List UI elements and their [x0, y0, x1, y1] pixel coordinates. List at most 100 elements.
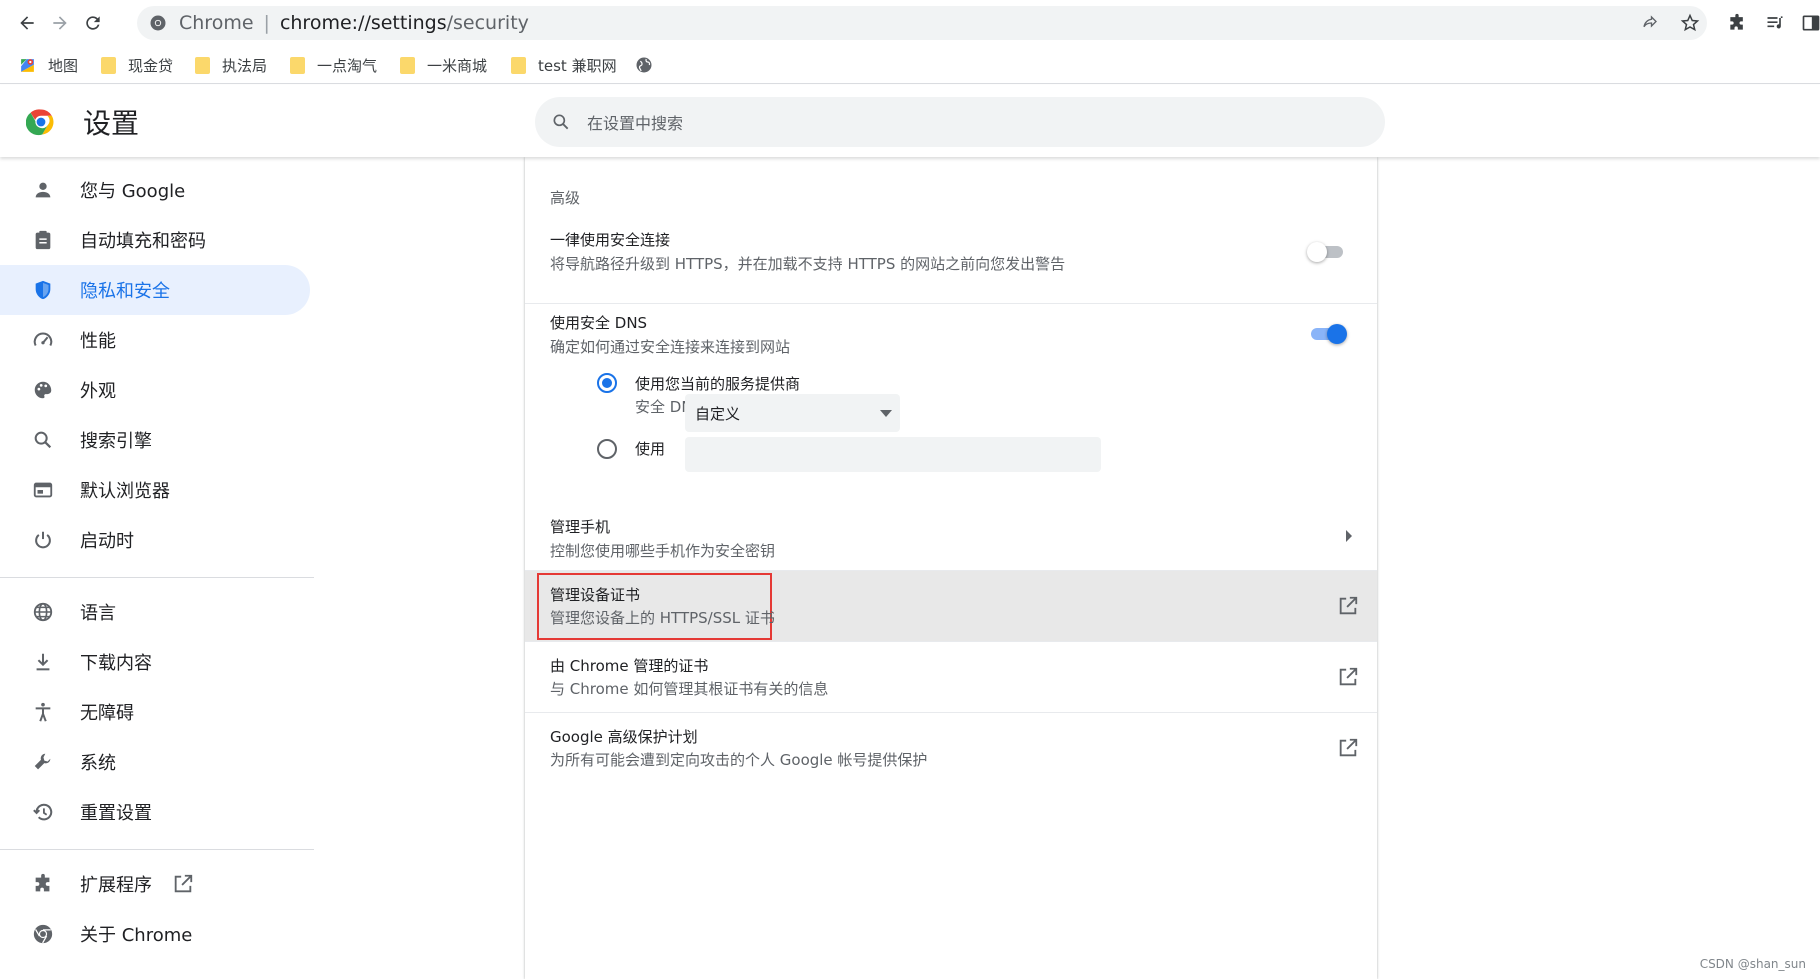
sidebar-item-privacy[interactable]: 隐私和安全	[0, 265, 310, 315]
search-icon	[30, 427, 56, 453]
share-icon[interactable]	[1636, 9, 1664, 37]
omnibox-url: Chrome | chrome://settings/security	[179, 12, 529, 34]
sidebar-item-search-engine[interactable]: 搜索引擎	[0, 415, 310, 465]
bookmark-folder[interactable]: 执法局	[195, 54, 267, 76]
address-bar[interactable]: Chrome | chrome://settings/security	[137, 6, 1707, 40]
https-only-toggle[interactable]	[1307, 241, 1347, 263]
chrome-icon	[30, 921, 56, 947]
select-value: 自定义	[695, 404, 741, 423]
open-in-new-icon[interactable]	[1337, 595, 1359, 617]
sidebar-item-you-and-google[interactable]: 您与 Google	[0, 165, 310, 215]
download-icon	[30, 649, 56, 675]
sidebar-item-appearance[interactable]: 外观	[0, 365, 310, 415]
sidebar-item-autofill[interactable]: 自动填充和密码	[0, 215, 310, 265]
bookmark-folder[interactable]: test 兼职网	[511, 54, 617, 76]
sidebar-item-on-startup[interactable]: 启动时	[0, 515, 310, 565]
chrome-certificates-row[interactable]: 由 Chrome 管理的证书 与 Chrome 如何管理其根证书有关的信息	[525, 642, 1377, 712]
back-icon[interactable]	[13, 9, 41, 37]
browser-icon	[30, 477, 56, 503]
row-subtitle: 将导航路径升级到 HTTPS，并在加载不支持 HTTPS 的网站之前向您发出警告	[550, 255, 1066, 273]
bookmark-label: 一点淘气	[317, 56, 378, 75]
row-subtitle: 与 Chrome 如何管理其根证书有关的信息	[550, 680, 829, 698]
dns-current-provider-radio[interactable]	[597, 373, 617, 393]
manage-certificates-row[interactable]: 管理设备证书 管理您设备上的 HTTPS/SSL 证书	[525, 571, 1377, 641]
omnibox-host: chrome://settings	[279, 12, 447, 34]
maps-icon	[19, 57, 36, 74]
dns-custom-label: 使用	[635, 440, 666, 458]
site-info-icon[interactable]	[149, 14, 167, 32]
omnibox-chrome-label: Chrome	[179, 12, 254, 34]
bookmark-folder[interactable]: 现金贷	[101, 54, 173, 76]
reading-list-icon[interactable]	[1761, 9, 1789, 37]
settings-search-input[interactable]: 在设置中搜索	[535, 97, 1385, 147]
advanced-protection-row[interactable]: Google 高级保护计划 为所有可能会遭到定向攻击的个人 Google 帐号提…	[525, 713, 1377, 783]
search-icon	[551, 112, 571, 132]
sidebar-item-downloads[interactable]: 下载内容	[0, 637, 310, 687]
bookmark-star-icon[interactable]	[1676, 9, 1704, 37]
omnibox-path: /security	[446, 12, 529, 34]
sidebar-item-system[interactable]: 系统	[0, 737, 310, 787]
side-panel-icon[interactable]	[1797, 9, 1820, 37]
sidebar-item-reset[interactable]: 重置设置	[0, 787, 310, 837]
sidebar-item-label: 系统	[80, 753, 116, 774]
sidebar-item-default-browser[interactable]: 默认浏览器	[0, 465, 310, 515]
sidebar-item-label: 语言	[80, 603, 116, 624]
globe-icon	[635, 56, 653, 74]
sidebar-divider	[0, 849, 314, 850]
dropdown-arrow-icon	[880, 410, 892, 417]
toggle-knob	[1327, 324, 1347, 344]
https-only-row[interactable]: 一律使用安全连接 将导航路径升级到 HTTPS，并在加载不支持 HTTPS 的网…	[525, 223, 1377, 293]
section-title-advanced: 高级	[550, 189, 581, 207]
dns-custom-radio[interactable]	[597, 439, 617, 459]
row-title: 管理设备证书	[550, 586, 641, 604]
sidebar-item-label: 启动时	[80, 531, 134, 552]
sidebar-item-about-chrome[interactable]: 关于 Chrome	[0, 909, 310, 959]
chrome-logo-icon	[26, 107, 56, 137]
manage-phones-row[interactable]: 管理手机 控制您使用哪些手机作为安全密钥	[525, 502, 1377, 570]
sidebar-item-accessibility[interactable]: 无障碍	[0, 687, 310, 737]
dns-provider-select[interactable]: 自定义	[685, 394, 900, 432]
toggle-knob	[1307, 242, 1327, 262]
open-in-new-icon[interactable]	[1337, 666, 1359, 688]
sidebar-item-label: 默认浏览器	[80, 481, 170, 502]
folder-icon	[290, 56, 305, 74]
speedometer-icon	[30, 327, 56, 353]
sidebar-item-label: 关于 Chrome	[80, 925, 193, 946]
bookmark-label: 地图	[48, 56, 79, 75]
open-in-new-icon[interactable]	[1337, 737, 1359, 759]
row-subtitle: 为所有可能会遭到定向攻击的个人 Google 帐号提供保护	[550, 751, 928, 769]
row-title: 管理手机	[550, 518, 611, 536]
sidebar-item-performance[interactable]: 性能	[0, 315, 310, 365]
sidebar-item-label: 搜索引擎	[80, 431, 152, 452]
sidebar-item-extensions[interactable]: 扩展程序	[0, 859, 310, 909]
bookmark-maps[interactable]: 地图	[19, 54, 78, 76]
bookmark-globe[interactable]	[635, 54, 653, 76]
search-placeholder: 在设置中搜索	[587, 114, 684, 133]
custom-dns-input[interactable]	[685, 437, 1101, 472]
page-title: 设置	[83, 107, 140, 140]
bookmark-folder[interactable]: 一米商城	[400, 54, 487, 76]
shield-icon	[30, 277, 56, 303]
extensions-icon[interactable]	[1723, 9, 1751, 37]
sidebar-item-label: 重置设置	[80, 803, 152, 824]
row-subtitle: 确定如何通过安全连接来连接到网站	[550, 338, 791, 356]
row-title: 一律使用安全连接	[550, 231, 671, 249]
clipboard-icon	[30, 227, 56, 253]
forward-icon[interactable]	[46, 9, 74, 37]
sidebar-item-languages[interactable]: 语言	[0, 587, 310, 637]
bookmark-label: 一米商城	[427, 56, 488, 75]
person-icon	[30, 177, 56, 203]
history-icon	[30, 799, 56, 825]
row-subtitle: 控制您使用哪些手机作为安全密钥	[550, 542, 776, 560]
reload-icon[interactable]	[79, 9, 107, 37]
bookmark-folder[interactable]: 一点淘气	[290, 54, 377, 76]
settings-sidebar: 您与 Google 自动填充和密码 隐私和安全 性能 外观 搜索引擎 默认浏览器…	[0, 157, 320, 979]
folder-icon	[195, 56, 210, 74]
dns-current-provider-label: 使用您当前的服务提供商	[635, 375, 801, 393]
sidebar-item-label: 性能	[80, 331, 116, 352]
power-icon	[30, 527, 56, 553]
browser-toolbar: Chrome | chrome://settings/security	[0, 0, 1820, 46]
security-settings-card: 高级 一律使用安全连接 将导航路径升级到 HTTPS，并在加载不支持 HTTPS…	[525, 157, 1377, 979]
row-title: 由 Chrome 管理的证书	[550, 657, 709, 675]
secure-dns-toggle[interactable]	[1307, 323, 1347, 345]
